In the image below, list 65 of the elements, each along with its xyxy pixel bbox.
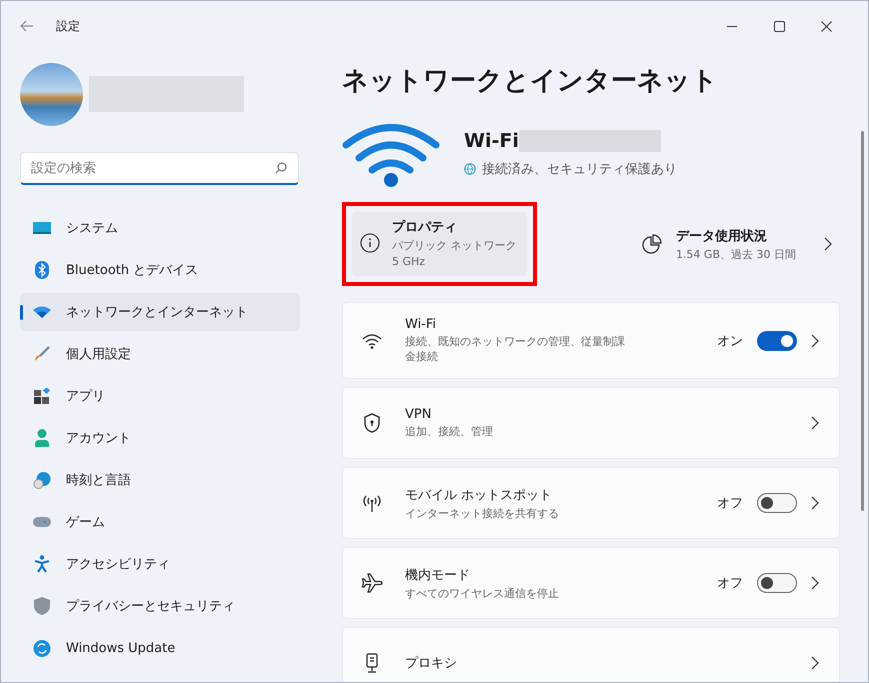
window-title: 設定 xyxy=(56,18,80,34)
sidebar-item[interactable]: Bluetooth とデバイス xyxy=(20,251,300,289)
chevron-icon xyxy=(811,576,819,590)
antenna-icon xyxy=(361,493,383,513)
sidebar-item[interactable]: プライバシーとセキュリティ xyxy=(20,587,300,625)
search-icon xyxy=(275,162,287,174)
toggle-state-label: オフ xyxy=(717,495,743,512)
toggle-state-label: オン xyxy=(717,332,743,350)
data-usage-link[interactable]: データ使用状況 1.54 GB、過去 30 日間 xyxy=(642,226,842,262)
shield-icon xyxy=(33,597,51,615)
pie-chart-icon xyxy=(642,234,662,254)
sidebar-item[interactable]: アプリ xyxy=(20,377,300,415)
globe-icon xyxy=(464,163,476,175)
sidebar-item[interactable]: ゲーム xyxy=(20,503,300,541)
card-title: 機内モード xyxy=(405,566,471,584)
card-description: すべてのワイヤレス通信を停止 xyxy=(405,586,560,600)
chevron-icon xyxy=(824,237,832,251)
back-arrow-icon[interactable] xyxy=(20,20,34,32)
wifi-icon xyxy=(33,306,51,318)
card-title: Wi-Fi xyxy=(405,317,438,332)
settings-card[interactable]: プロキシ xyxy=(342,627,840,682)
monitor-icon xyxy=(33,221,51,235)
chevron-icon xyxy=(811,416,819,430)
settings-card[interactable]: Wi-Fi 接続、既知のネットワークの管理、従量制課金接続 オン xyxy=(342,302,840,379)
settings-card[interactable]: 機内モード すべてのワイヤレス通信を停止 オフ xyxy=(342,547,840,619)
sidebar-item[interactable]: システム xyxy=(20,209,300,247)
properties-button[interactable]: プロパティ パブリック ネットワーク 5 GHz xyxy=(352,212,526,276)
sidebar-item[interactable]: アカウント xyxy=(20,419,300,457)
scrollbar[interactable] xyxy=(861,131,864,511)
wifi-icon xyxy=(361,332,383,348)
settings-card[interactable]: モバイル ホットスポット インターネット接続を共有する オフ xyxy=(342,467,840,539)
chevron-icon xyxy=(811,656,819,670)
brush-icon xyxy=(33,346,51,362)
chevron-icon xyxy=(811,334,819,348)
sidebar-item[interactable]: アクセシビリティ xyxy=(20,545,300,583)
airplane-icon xyxy=(361,573,383,593)
card-description: 追加、接続、管理 xyxy=(405,424,494,439)
info-icon xyxy=(360,233,380,253)
person-icon xyxy=(33,429,51,447)
card-title: VPN xyxy=(405,407,432,422)
settings-card[interactable]: VPN 追加、接続、管理 xyxy=(342,387,840,459)
card-description: 接続、既知のネットワークの管理、従量制課金接続 xyxy=(405,334,626,364)
toggle-switch[interactable] xyxy=(757,330,797,350)
card-title: モバイル ホットスポット xyxy=(405,486,554,504)
apps-icon xyxy=(33,388,51,404)
toggle-switch[interactable] xyxy=(757,493,797,513)
sidebar-item[interactable]: Windows Update xyxy=(20,629,300,667)
card-description: インターネット接続を共有する xyxy=(405,506,560,520)
sidebar-item[interactable]: 個人用設定 xyxy=(20,335,300,373)
toggle-state-label: オフ xyxy=(717,575,743,592)
gamepad-icon xyxy=(33,517,51,527)
accessibility-icon xyxy=(33,555,51,573)
network-name: Wi-Fi xyxy=(464,130,519,152)
close-icon[interactable] xyxy=(821,20,832,32)
toggle-switch[interactable] xyxy=(757,573,797,593)
card-title: プロキシ xyxy=(405,655,458,672)
update-icon xyxy=(33,640,51,656)
connection-status: 接続済み、セキュリティ保護あり xyxy=(482,161,677,178)
sidebar-item[interactable]: 時刻と言語 xyxy=(20,461,300,499)
page-title: ネットワークとインターネット xyxy=(342,65,719,98)
sidebar-item[interactable]: ネットワークとインターネット xyxy=(20,293,300,331)
maximize-icon[interactable] xyxy=(774,20,785,32)
search-field[interactable]: 設定の検索 xyxy=(20,152,299,185)
chevron-icon xyxy=(811,496,819,510)
bluetooth-icon xyxy=(33,261,51,279)
